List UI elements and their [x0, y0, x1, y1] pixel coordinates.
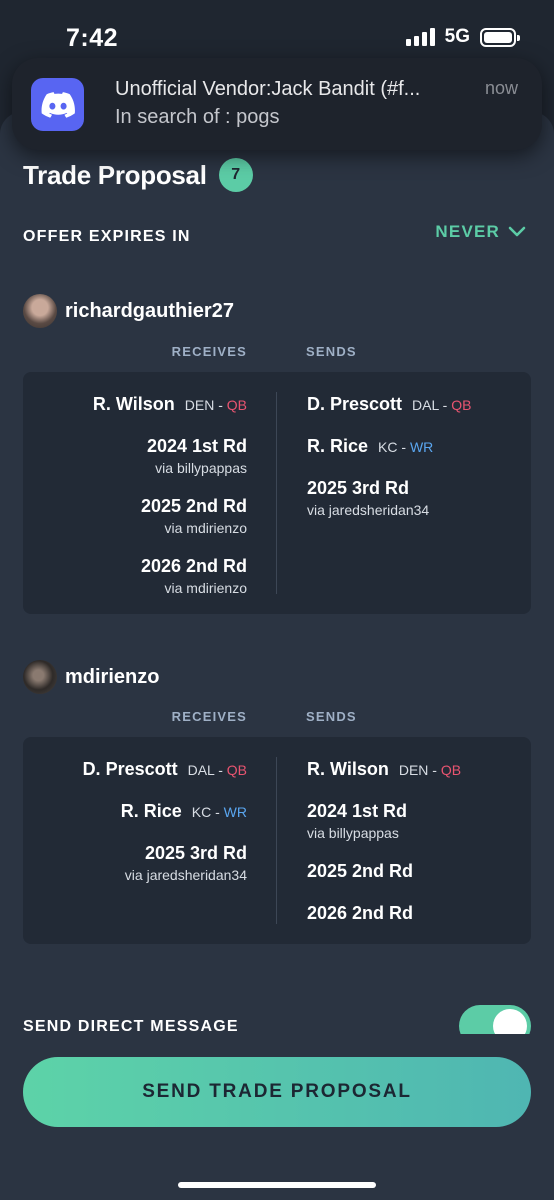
- player-team: DEN: [184, 397, 215, 413]
- pick-via: via billypappas: [307, 825, 399, 841]
- receives-label: RECEIVES: [171, 709, 247, 724]
- pick-via: via billypappas: [155, 460, 247, 476]
- pick-via: via mdirienzo: [164, 520, 247, 536]
- avatar: [23, 660, 57, 694]
- network-type: 5G: [444, 26, 470, 47]
- meta-separator: -: [215, 804, 220, 820]
- battery-icon: [480, 27, 520, 47]
- player-name: R. Wilson: [92, 394, 175, 414]
- pick-name: 2025 3rd Rd: [307, 478, 410, 498]
- team-name: mdirienzo: [65, 665, 160, 688]
- meta-separator: -: [432, 762, 437, 778]
- home-indicator[interactable]: [178, 1182, 376, 1188]
- offer-expires-label: OFFER EXPIRES IN: [23, 228, 191, 245]
- trade-card: D. Prescott DAL - QB R. Rice KC - WR 202…: [23, 737, 531, 944]
- sends-label: SENDS: [306, 709, 357, 724]
- player-position: QB: [440, 762, 462, 778]
- pick-via: via mdirienzo: [164, 580, 247, 596]
- pick-name: 2024 1st Rd: [307, 801, 408, 821]
- asset-item: 2025 3rd Rd via jaredsheridan34: [125, 843, 247, 883]
- pick-name: 2025 2nd Rd: [307, 861, 414, 881]
- player-team: DAL: [412, 397, 439, 413]
- notification-body: In search of : pogs: [115, 106, 280, 128]
- notification-time: now: [484, 78, 518, 98]
- meta-separator: -: [442, 397, 448, 413]
- discord-icon: [31, 78, 84, 131]
- page-title: Trade Proposal: [23, 159, 207, 190]
- column-divider: [276, 392, 277, 594]
- pick-name: 2025 3rd Rd: [144, 843, 247, 863]
- player-meta: DEN - QB: [399, 762, 461, 778]
- notification-banner[interactable]: Unofficial Vendor:Jack Bandit (#f... In …: [12, 58, 542, 150]
- asset-item: 2025 2nd Rd via mdirienzo: [141, 496, 247, 536]
- trade-card: R. Wilson DEN - QB 2024 1st Rd via billy…: [23, 372, 531, 614]
- player-team: DAL: [187, 762, 215, 778]
- player-team: KC: [378, 439, 398, 455]
- player-name: R. Rice: [307, 436, 369, 456]
- player-meta: DEN - QB: [185, 397, 247, 413]
- chevron-down-icon: [508, 226, 526, 237]
- offer-expires-dropdown[interactable]: NEVER: [435, 222, 526, 242]
- offer-expires-value: NEVER: [435, 222, 500, 241]
- asset-item: R. Wilson DEN - QB: [307, 759, 461, 780]
- player-name: R. Wilson: [307, 759, 389, 779]
- team-header: richardgauthier27: [23, 294, 234, 328]
- asset-item: R. Rice KC - WR: [307, 436, 433, 457]
- player-position: QB: [451, 397, 472, 413]
- asset-item: 2024 1st Rd via billypappas: [307, 801, 407, 841]
- avatar: [23, 294, 57, 328]
- player-position: WR: [409, 439, 434, 455]
- player-meta: DAL - QB: [188, 762, 247, 778]
- trade-header: Trade Proposal 7: [23, 158, 253, 192]
- meta-separator: -: [218, 397, 223, 413]
- notification-title: Unofficial Vendor:Jack Bandit (#f...: [115, 78, 421, 100]
- count-badge: 7: [218, 158, 253, 192]
- send-trade-proposal-button[interactable]: SEND TRADE PROPOSAL: [23, 1057, 531, 1127]
- asset-item: D. Prescott DAL - QB: [83, 759, 247, 780]
- player-team: DEN: [398, 762, 429, 778]
- asset-item: 2026 2nd Rd via mdirienzo: [141, 556, 247, 596]
- player-position: QB: [226, 397, 247, 413]
- signal-icon: [405, 28, 435, 46]
- column-divider: [276, 757, 277, 924]
- asset-item: R. Wilson DEN - QB: [93, 394, 247, 415]
- player-name: D. Prescott: [82, 759, 178, 779]
- pick-via: via jaredsheridan34: [307, 502, 430, 518]
- player-name: R. Rice: [120, 801, 182, 821]
- asset-item: 2025 3rd Rd via jaredsheridan34: [307, 478, 429, 518]
- asset-item: 2025 2nd Rd: [307, 861, 413, 882]
- asset-item: 2026 2nd Rd: [307, 903, 413, 924]
- asset-item: D. Prescott DAL - QB: [307, 394, 471, 415]
- pick-name: 2026 2nd Rd: [140, 556, 247, 576]
- player-team: KC: [191, 804, 212, 820]
- team-name: richardgauthier27: [65, 299, 234, 322]
- receives-label: RECEIVES: [171, 344, 247, 359]
- meta-separator: -: [401, 439, 407, 455]
- sends-label: SENDS: [306, 344, 357, 359]
- status-time: 7:42: [66, 24, 119, 52]
- player-position: QB: [226, 762, 247, 778]
- pick-via: via jaredsheridan34: [124, 867, 247, 883]
- asset-item: R. Rice KC - WR: [121, 801, 247, 822]
- player-meta: KC - WR: [192, 804, 247, 820]
- team-header: mdirienzo: [23, 660, 159, 694]
- pick-name: 2025 2nd Rd: [140, 496, 247, 516]
- pick-name: 2026 2nd Rd: [307, 903, 414, 923]
- player-meta: DAL - QB: [412, 397, 471, 413]
- asset-item: 2024 1st Rd via billypappas: [147, 436, 247, 476]
- player-name: D. Prescott: [307, 394, 403, 414]
- status-icons: 5G: [405, 26, 520, 48]
- pick-name: 2024 1st Rd: [146, 436, 247, 456]
- player-meta: KC - WR: [378, 439, 433, 455]
- player-position: WR: [223, 804, 247, 820]
- meta-separator: -: [218, 762, 223, 778]
